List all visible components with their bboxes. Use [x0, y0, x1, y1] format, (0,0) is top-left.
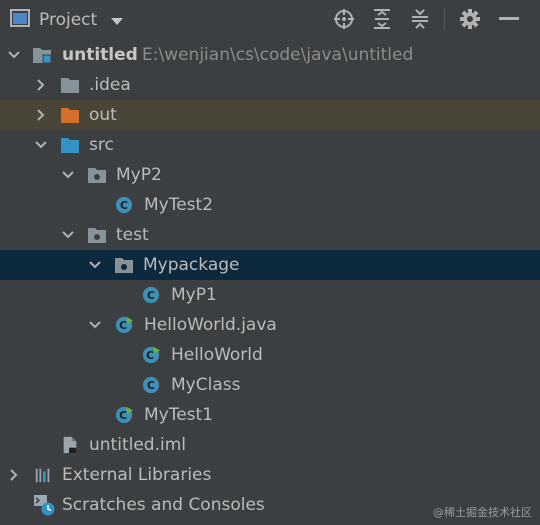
tree-node-src[interactable]: src: [0, 130, 540, 160]
project-window-icon: [10, 9, 30, 31]
tree-node-external-libraries[interactable]: External Libraries: [0, 460, 540, 490]
tree-node-out[interactable]: out: [0, 100, 540, 130]
library-icon: [35, 468, 50, 483]
svg-text:C: C: [147, 379, 155, 392]
expand-all-icon[interactable]: [370, 7, 394, 31]
tree-node-untitled-iml[interactable]: untitled.iml: [0, 430, 540, 460]
watermark-text: @稀土掘金技术社区: [433, 506, 532, 519]
tree-node-idea[interactable]: .idea: [0, 70, 540, 100]
locate-icon[interactable]: [332, 7, 356, 31]
tree-node-label: External Libraries: [62, 465, 212, 485]
chevron-right-icon[interactable]: [6, 467, 22, 483]
runnable-class-icon: C: [115, 316, 133, 334]
tree-node-helloworld[interactable]: C HelloWorld: [0, 340, 540, 370]
toolbar-separator: [444, 8, 445, 30]
runnable-class-icon: C: [142, 346, 160, 364]
tree-node-label: test: [116, 225, 149, 245]
svg-text:C: C: [119, 409, 127, 422]
chevron-down-icon[interactable]: [60, 167, 76, 183]
chevron-down-icon[interactable]: [111, 17, 124, 25]
tree-node-mytest2[interactable]: C MyTest2: [0, 190, 540, 220]
tree-node-mytest1[interactable]: C MyTest1: [0, 400, 540, 430]
svg-text:C: C: [147, 289, 155, 302]
runnable-class-icon: C: [115, 406, 133, 424]
chevron-right-icon[interactable]: [33, 77, 49, 93]
tree-node-myp2[interactable]: MyP2: [0, 160, 540, 190]
panel-title: Project: [39, 10, 98, 30]
tree-node-label: HelloWorld: [171, 345, 263, 365]
gear-icon[interactable]: [458, 7, 482, 31]
tree-node-label: MyTest1: [144, 405, 214, 425]
scratches-icon: [34, 495, 55, 516]
collapse-all-icon[interactable]: [408, 7, 432, 31]
chevron-down-icon[interactable]: [87, 257, 103, 273]
hide-icon[interactable]: [497, 7, 521, 31]
tree-node-label: HelloWorld.java: [144, 315, 277, 335]
tree-node-label: MyP1: [171, 285, 217, 305]
folder-icon: [61, 78, 79, 93]
chevron-down-icon[interactable]: [87, 317, 103, 333]
svg-text:C: C: [146, 349, 154, 362]
tree-node-label: untitled.iml: [89, 435, 186, 455]
svg-text:C: C: [120, 199, 128, 212]
module-path: E:\wenjian\cs\code\java\untitled: [142, 45, 414, 65]
excluded-folder-icon: [61, 108, 79, 123]
project-panel-header: Project: [0, 0, 540, 38]
chevron-right-icon[interactable]: [33, 107, 49, 123]
tree-node-myp1[interactable]: C MyP1: [0, 280, 540, 310]
tree-node-label: MyTest2: [144, 195, 214, 215]
package-icon: [88, 228, 106, 243]
tree-node-mypackage[interactable]: Mypackage: [0, 250, 540, 280]
project-tree: untitled E:\wenjian\cs\code\java\untitle…: [0, 40, 540, 520]
source-folder-icon: [61, 138, 79, 153]
tree-node-helloworld-java[interactable]: C HelloWorld.java: [0, 310, 540, 340]
tree-node-label: MyClass: [171, 375, 241, 395]
tree-node-label: .idea: [89, 75, 131, 95]
svg-text:C: C: [119, 319, 127, 332]
class-icon: C: [115, 196, 133, 214]
class-icon: C: [142, 376, 160, 394]
tree-node-myclass[interactable]: C MyClass: [0, 370, 540, 400]
tree-node-label: out: [89, 105, 117, 125]
tree-node-label: Mypackage: [143, 255, 240, 275]
tree-node-label: src: [89, 135, 114, 155]
package-icon: [115, 258, 133, 273]
class-icon: C: [142, 286, 160, 304]
module-file-icon: [63, 436, 77, 454]
tree-node-label: MyP2: [116, 165, 162, 185]
chevron-down-icon[interactable]: [33, 137, 49, 153]
project-view-selector[interactable]: Project: [10, 7, 124, 33]
tree-node-label: Scratches and Consoles: [62, 495, 265, 515]
chevron-down-icon[interactable]: [60, 227, 76, 243]
tree-node-label: untitled: [62, 45, 138, 65]
chevron-down-icon[interactable]: [6, 47, 22, 63]
tree-node-test[interactable]: test: [0, 220, 540, 250]
module-icon: [33, 48, 52, 64]
tree-node-untitled[interactable]: untitled E:\wenjian\cs\code\java\untitle…: [0, 40, 540, 70]
package-icon: [88, 168, 106, 183]
